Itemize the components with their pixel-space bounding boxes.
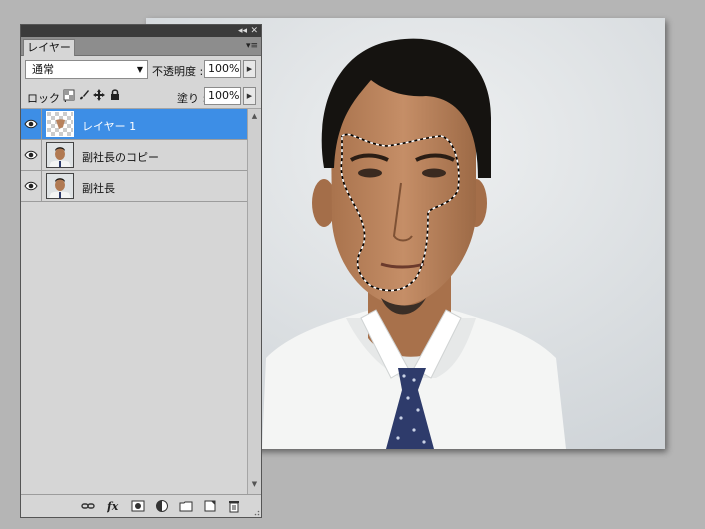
lock-row: ロック : 塗り : 100% ▶: [21, 84, 261, 109]
layer-thumbnail: [46, 111, 74, 137]
opacity-label: 不透明度 :: [152, 65, 204, 78]
adjustment-layer-icon[interactable]: [155, 499, 169, 513]
eye-icon: [24, 181, 38, 191]
layer-row-background[interactable]: 副社長: [21, 171, 247, 202]
lock-transparency-icon[interactable]: [63, 89, 75, 101]
layer-thumbnail: [46, 142, 74, 168]
layer-name: 副社長のコピー: [82, 151, 159, 164]
eye-icon: [24, 150, 38, 160]
blend-mode-value: 通常: [32, 63, 54, 76]
visibility-toggle[interactable]: [21, 109, 42, 139]
add-mask-icon[interactable]: [131, 499, 145, 513]
fill-input[interactable]: 100%: [204, 87, 241, 105]
panel-bottom-toolbar: fx: [21, 494, 261, 517]
link-layers-icon[interactable]: [81, 499, 95, 513]
lock-move-icon[interactable]: [93, 89, 105, 101]
layer-list: レイヤー 1 副社長のコピー 副社長: [21, 109, 247, 495]
svg-text:fx: fx: [107, 500, 119, 513]
new-layer-icon[interactable]: [203, 499, 217, 513]
panel-titlebar[interactable]: ◂◂ ✕: [21, 25, 261, 37]
lock-brush-icon[interactable]: [78, 89, 90, 101]
layers-panel: ◂◂ ✕ レイヤー ▾≡ 通常 ▼ 不透明度 : 100% ▶ ロック : 塗り…: [20, 24, 262, 518]
opacity-input[interactable]: 100%: [204, 60, 241, 78]
resize-grip-icon[interactable]: [252, 508, 260, 516]
new-group-icon[interactable]: [179, 499, 193, 513]
scroll-down-arrow-icon[interactable]: ▼: [248, 480, 261, 492]
layer-row-layer-1[interactable]: レイヤー 1: [21, 109, 247, 140]
layer-list-scrollbar[interactable]: ▲ ▼: [247, 109, 261, 495]
layer-name: 副社長: [82, 182, 115, 195]
collapse-panel-button[interactable]: ◂◂: [238, 25, 247, 37]
visibility-toggle[interactable]: [21, 140, 42, 170]
layer-row-copy[interactable]: 副社長のコピー: [21, 140, 247, 171]
eye-icon: [24, 119, 38, 129]
lock-label: ロック :: [27, 92, 68, 105]
lock-all-icon[interactable]: [109, 89, 121, 101]
visibility-toggle[interactable]: [21, 171, 42, 201]
chevron-down-icon: ▼: [136, 65, 143, 74]
layer-thumbnail: [46, 173, 74, 199]
blend-row: 通常 ▼ 不透明度 : 100% ▶: [21, 58, 261, 80]
opacity-slider-toggle[interactable]: ▶: [243, 60, 256, 78]
layer-name: レイヤー 1: [82, 120, 137, 133]
blend-mode-select[interactable]: 通常 ▼: [25, 60, 148, 79]
close-panel-button[interactable]: ✕: [250, 25, 258, 37]
scroll-up-arrow-icon[interactable]: ▲: [248, 112, 261, 124]
trash-icon[interactable]: [227, 499, 241, 513]
panel-tab-row: レイヤー ▾≡: [21, 37, 261, 56]
fill-label: 塗り :: [177, 92, 207, 105]
tab-layers[interactable]: レイヤー: [23, 39, 75, 56]
panel-menu-button[interactable]: ▾≡: [246, 40, 258, 52]
fill-slider-toggle[interactable]: ▶: [243, 87, 256, 105]
fx-icon[interactable]: fx: [107, 499, 121, 513]
